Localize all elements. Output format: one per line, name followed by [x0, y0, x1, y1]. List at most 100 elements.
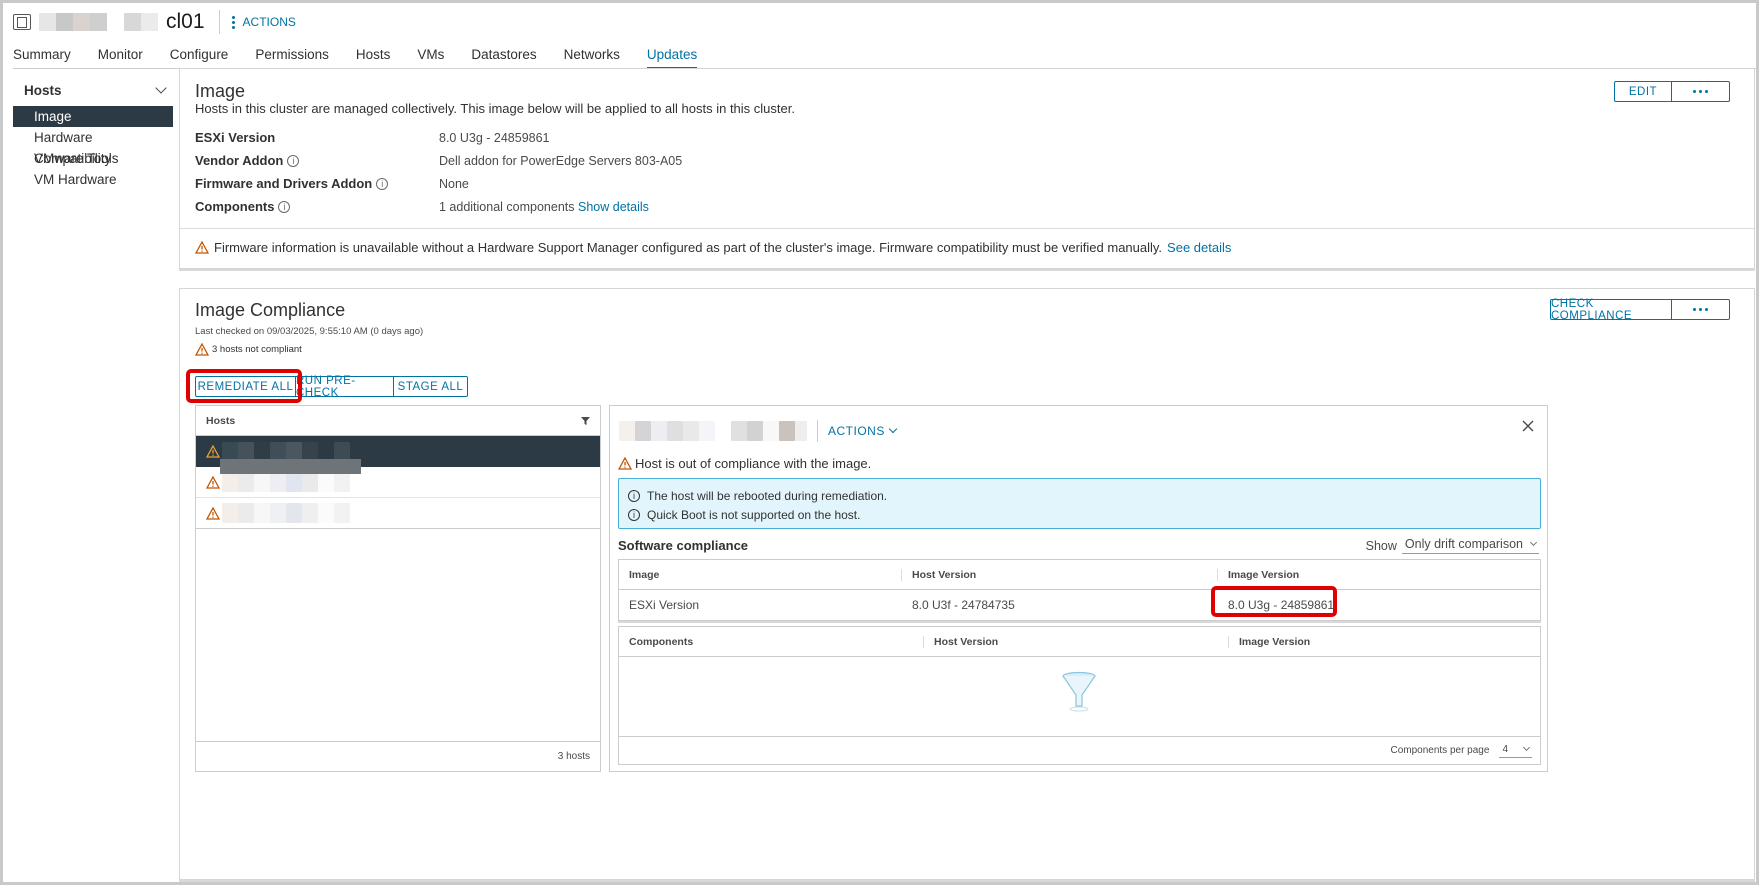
table-header: Components Host Version Image Version [619, 627, 1540, 657]
redacted-host-name [222, 503, 350, 523]
run-pre-check-button[interactable]: RUN PRE-CHECK [296, 375, 394, 399]
more-vertical-icon [231, 15, 235, 29]
actions-label: ACTIONS [242, 15, 296, 29]
highlight-image-version [1211, 586, 1337, 617]
row-vendor-addon: Vendor Addon i Dell addon for PowerEdge S… [195, 149, 682, 172]
chevron-down-icon [888, 424, 898, 434]
per-page-select[interactable]: 4 [1499, 744, 1532, 758]
sidebar-section-hosts[interactable]: Hosts [13, 79, 173, 101]
window: cl01 ACTIONS Summary Monitor Configure P… [0, 0, 1759, 885]
host-actions-menu[interactable]: ACTIONS [828, 424, 898, 438]
divider [817, 420, 818, 442]
see-details-link[interactable]: See details [1167, 240, 1231, 255]
image-compliance-card: Image Compliance CHECK COMPLIANCE Last c… [179, 288, 1755, 880]
sidebar-section-label: Hosts [24, 82, 62, 98]
info-text: The host will be rebooted during remedia… [647, 488, 888, 503]
show-details-link[interactable]: Show details [578, 200, 649, 214]
filter-icon[interactable] [581, 416, 590, 425]
column-header: Image Version [1228, 568, 1300, 581]
host-actions-label: ACTIONS [828, 424, 885, 438]
more-horizontal-icon [1693, 308, 1708, 311]
drift-select-value: Only drift comparison [1404, 537, 1523, 551]
row-key-wrap: Components i [195, 199, 439, 214]
host-row[interactable] [196, 436, 600, 474]
tab-summary[interactable]: Summary [13, 43, 71, 69]
info-icon[interactable]: i [287, 154, 300, 167]
row-firmware-addon: Firmware and Drivers Addon i None [195, 172, 682, 195]
cluster-icon [13, 14, 31, 30]
sidebar-item-image[interactable]: Image [13, 106, 173, 127]
redacted-host-name [619, 421, 807, 441]
chevron-down-icon [1529, 538, 1538, 547]
column-header: Components [619, 635, 924, 648]
tab-hosts[interactable]: Hosts [356, 43, 391, 69]
row-value: 8.0 U3g - 24859861 [439, 130, 550, 145]
info-alert: i The host will be rebooted during remed… [618, 478, 1541, 529]
noncompliant-status: 3 hosts not compliant [195, 343, 302, 356]
hosts-column-header: Hosts [206, 414, 236, 427]
check-compliance-button[interactable]: CHECK COMPLIANCE [1550, 298, 1672, 322]
per-page-label: Components per page [1390, 745, 1490, 756]
info-text: Quick Boot is not supported on the host. [647, 507, 861, 522]
table-row: ESXi Version 8.0 U3f - 24784735 8.0 U3g … [619, 590, 1540, 620]
tab-networks[interactable]: Networks [564, 43, 620, 69]
object-header: cl01 ACTIONS [13, 9, 296, 35]
more-actions-button[interactable] [1672, 81, 1730, 102]
tab-datastores[interactable]: Datastores [471, 43, 536, 69]
row-esxi-version: ESXi Version 8.0 U3g - 24859861 [195, 126, 682, 149]
tab-bar: Summary Monitor Configure Permissions Ho… [13, 43, 1756, 70]
last-checked-text: Last checked on 09/03/2025, 9:55:10 AM (… [195, 326, 424, 337]
drift-select[interactable]: Only drift comparison [1401, 537, 1539, 554]
tab-permissions[interactable]: Permissions [255, 43, 329, 69]
redacted-name [39, 13, 158, 31]
row-value: None [439, 176, 469, 191]
host-detail-panel: ACTIONS Host is out of compliance with t… [609, 405, 1548, 772]
compliance-title: Image Compliance [195, 300, 346, 320]
tab-updates[interactable]: Updates [646, 43, 698, 70]
row-value: Dell addon for PowerEdge Servers 803-A05 [439, 153, 683, 168]
row-key: Vendor Addon [195, 153, 284, 168]
edit-button[interactable]: EDIT [1614, 81, 1672, 102]
host-detail-header: ACTIONS [619, 420, 898, 442]
sidebar-item-vm-hardware[interactable]: VM Hardware [13, 169, 173, 190]
sidebar-item-vmware-tools[interactable]: VMware Tools [13, 148, 173, 169]
warning-icon [618, 457, 632, 470]
tooltip-redacted [220, 459, 361, 474]
cell-image: ESXi Version [629, 598, 700, 612]
per-page-value: 4 [1502, 743, 1508, 755]
show-filter: Show Only drift comparison [1366, 537, 1539, 554]
host-row[interactable] [196, 498, 600, 529]
hosts-count: 3 hosts [557, 751, 590, 762]
info-icon[interactable]: i [278, 200, 291, 213]
highlight-remediate-all [186, 369, 302, 403]
column-header: Host Version [902, 568, 1218, 581]
tab-monitor[interactable]: Monitor [98, 43, 143, 69]
sidebar-item-hardware-compatibility[interactable]: Hardware Compatibility [13, 127, 173, 166]
warning-icon [206, 506, 220, 520]
image-details: ESXi Version 8.0 U3g - 24859861 Vendor A… [195, 126, 682, 218]
more-actions-button[interactable] [1672, 299, 1730, 320]
actions-menu[interactable]: ACTIONS [231, 15, 296, 29]
warning-icon [206, 475, 220, 489]
host-status-text: Host is out of compliance with the image… [635, 456, 872, 471]
info-line: i The host will be rebooted during remed… [628, 486, 1531, 505]
hosts-grid: Hosts 3 hosts [195, 405, 601, 772]
tab-configure[interactable]: Configure [170, 43, 229, 69]
tab-vms[interactable]: VMs [417, 43, 444, 69]
info-icon: i [628, 508, 640, 521]
row-value: 1 additional components [439, 199, 575, 214]
info-icon[interactable]: i [376, 177, 389, 190]
row-key-wrap: Firmware and Drivers Addon i [195, 176, 439, 191]
close-icon[interactable] [1522, 420, 1534, 432]
hosts-grid-header: Hosts [196, 406, 600, 436]
show-label: Show [1365, 538, 1397, 553]
warning-text: Firmware information is unavailable with… [214, 240, 1163, 255]
row-key-wrap: Vendor Addon i [195, 153, 439, 168]
stage-all-button[interactable]: STAGE ALL [394, 376, 468, 397]
column-header: Image [619, 568, 902, 581]
table-header: Image Host Version Image Version [619, 560, 1540, 590]
row-value-wrap: 1 additional components Show details [439, 200, 649, 214]
components-table: Components Host Version Image Version Co… [618, 626, 1541, 765]
row-key: Components [195, 199, 275, 214]
page-title: cl01 [166, 10, 205, 33]
